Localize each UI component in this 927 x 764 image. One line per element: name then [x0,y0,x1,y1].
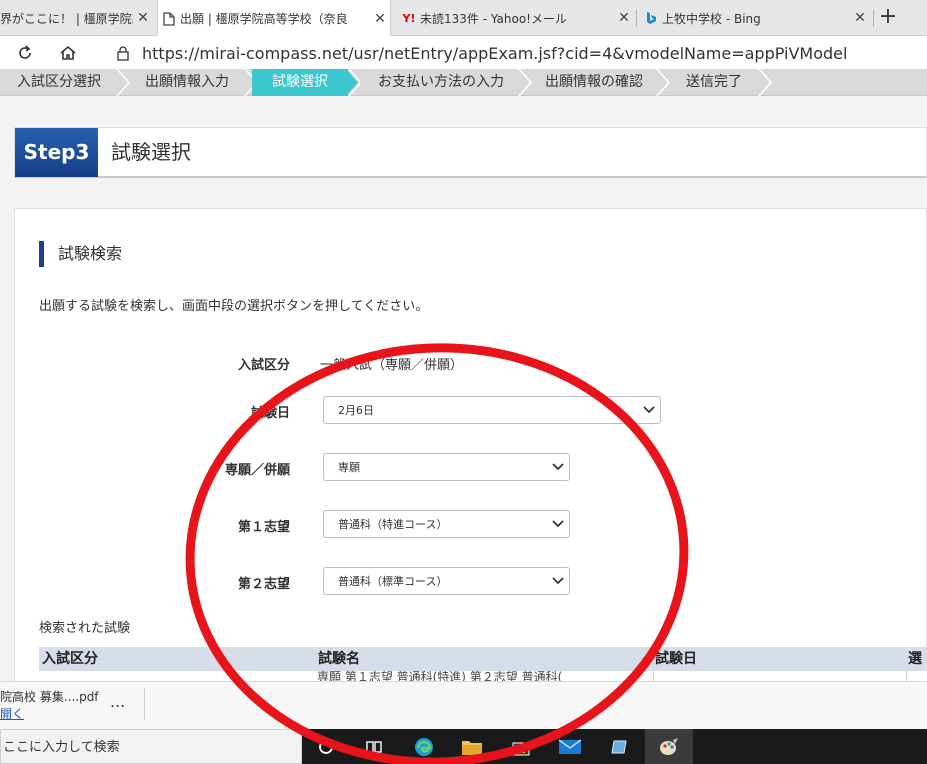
first-choice-label: 第１志望 [237,520,290,535]
tab-label: 未読133件 - Yahoo!メール [420,11,567,26]
new-tab-icon[interactable]: + [874,0,902,36]
task-view-icon[interactable] [302,729,350,764]
close-icon[interactable]: ✕ [370,11,390,27]
chevron-down-icon [547,520,569,528]
url-text: https://mirai-compass.net/usr/netEntry/a… [142,43,848,63]
address-bar: https://mirai-compass.net/usr/netEntry/a… [0,36,927,69]
paint-icon[interactable] [645,729,693,764]
step-2: 出願情報入力 [145,74,229,90]
application-type-label: 専願／併願 [224,463,290,478]
page-title: 試験選択 [111,140,191,164]
chevron-down-icon [547,463,569,471]
browser-tab-strip: 界がここに！ | 橿原学院高 ✕ 出願 | 橿原学院高等学校（奈良 ✕ Y! 未… [0,0,927,37]
page-icon [158,11,180,26]
browser-tab-4[interactable]: 上牧中学校 - Bing ✕ [640,0,870,36]
exam-search-panel: 試験検索 出願する試験を検索し、画面中段の選択ボタンを押してください。 入試区分… [14,208,927,681]
mail-icon[interactable] [546,729,594,764]
cell-divider [653,671,654,681]
download-open-link[interactable]: 開く [0,705,24,722]
exam-category-value: 一般入試（専願／併願） [320,358,464,373]
close-icon[interactable]: ✕ [133,10,153,26]
step-header: Step3 試験選択 [14,127,927,178]
browser-tab-3[interactable]: Y! 未読133件 - Yahoo!メール ✕ [398,0,634,36]
exam-category-label: 入試区分 [237,358,290,373]
chevron-down-icon [638,406,660,414]
step-badge: Step3 [15,128,98,177]
taskbar: ここに入力して検索 [0,729,927,764]
column-header: 試験日 [655,651,697,667]
exam-name-cell: 専願 第１志望 普通科(特進) 第２志望 普通科( [317,670,563,681]
download-shelf: 院高校 募集....pdf 開く ... [0,681,927,729]
page-content: Step3 試験選択 試験検索 出願する試験を検索し、画面中段の選択ボタンを押し… [0,96,927,681]
chevron-right-icon [346,69,360,96]
step-5: 出願情報の確認 [545,74,643,90]
step-4: お支払い方法の入力 [378,74,504,90]
browser-tab-2[interactable]: 出願 | 橿原学院高等学校（奈良 ✕ [157,0,391,37]
notes-icon[interactable] [596,729,644,764]
multitask-icon[interactable] [350,729,398,764]
refresh-icon[interactable] [12,40,38,66]
lock-icon [110,45,136,61]
browser-tab-1[interactable]: 界がここに！ | 橿原学院高 ✕ [0,0,153,36]
home-icon[interactable] [55,40,81,66]
results-label: 検索された試験 [39,621,131,636]
tab-label: 界がここに！ | 橿原学院高 [0,11,133,26]
exam-date-value: 2月6日 [338,404,374,417]
step-3-active: 試験選択 [252,69,348,96]
column-header: 試験名 [318,651,360,667]
download-file-name[interactable]: 院高校 募集....pdf [0,688,99,705]
application-type-select[interactable]: 専願 [323,453,570,481]
step-1: 入試区分選択 [17,74,101,90]
application-type-value: 専願 [338,461,360,474]
tab-label: 出願 | 橿原学院高等学校（奈良 [180,12,348,26]
second-choice-value: 普通科（標準コース） [338,575,448,588]
chevron-down-icon [547,577,569,585]
bing-icon [640,11,662,25]
tab-divider [636,9,637,27]
second-choice-label: 第２志望 [237,577,290,592]
edge-browser-icon[interactable] [400,729,448,764]
exam-date-label: 試験日 [250,406,290,421]
yahoo-icon: Y! [402,11,416,25]
divider [144,688,145,720]
cell-divider [906,671,907,681]
close-icon[interactable]: ✕ [850,10,870,26]
results-table: 入試区分 試験名 試験日 選択 専願 第１志望 普通科(特進) 第２志望 普通科… [39,647,927,681]
first-choice-value: 普通科（特進コース） [338,518,448,531]
store-icon[interactable] [497,729,545,764]
url-field[interactable]: https://mirai-compass.net/usr/netEntry/a… [110,39,927,67]
first-choice-select[interactable]: 普通科（特進コース） [323,510,570,538]
taskbar-search-input[interactable]: ここに入力して検索 [0,729,302,764]
table-row: 専願 第１志望 普通科(特進) 第２志望 普通科( [39,670,927,681]
table-header: 入試区分 試験名 試験日 選択 [39,647,927,681]
step-progress-bar: 入試区分選択 出願情報入力 試験選択 お支払い方法の入力 出願情報の確認 送信完… [0,69,927,96]
tab-label: 上牧中学校 - Bing [662,11,761,26]
second-choice-select[interactable]: 普通科（標準コース） [323,567,570,595]
step-6: 送信完了 [686,74,742,90]
screen: 界がここに！ | 橿原学院高 ✕ 出願 | 橿原学院高等学校（奈良 ✕ Y! 未… [0,0,927,764]
column-header: 入試区分 [42,651,98,667]
more-options-icon[interactable]: ... [110,692,125,711]
section-title: 試験検索 [39,241,122,267]
file-explorer-icon[interactable] [448,729,496,764]
chevron-right-icon [758,69,772,96]
instruction-text: 出願する試験を検索し、画面中段の選択ボタンを押してください。 [39,299,429,314]
column-header: 選択 [908,651,922,681]
close-icon[interactable]: ✕ [614,10,634,26]
exam-date-select[interactable]: 2月6日 [323,396,661,424]
